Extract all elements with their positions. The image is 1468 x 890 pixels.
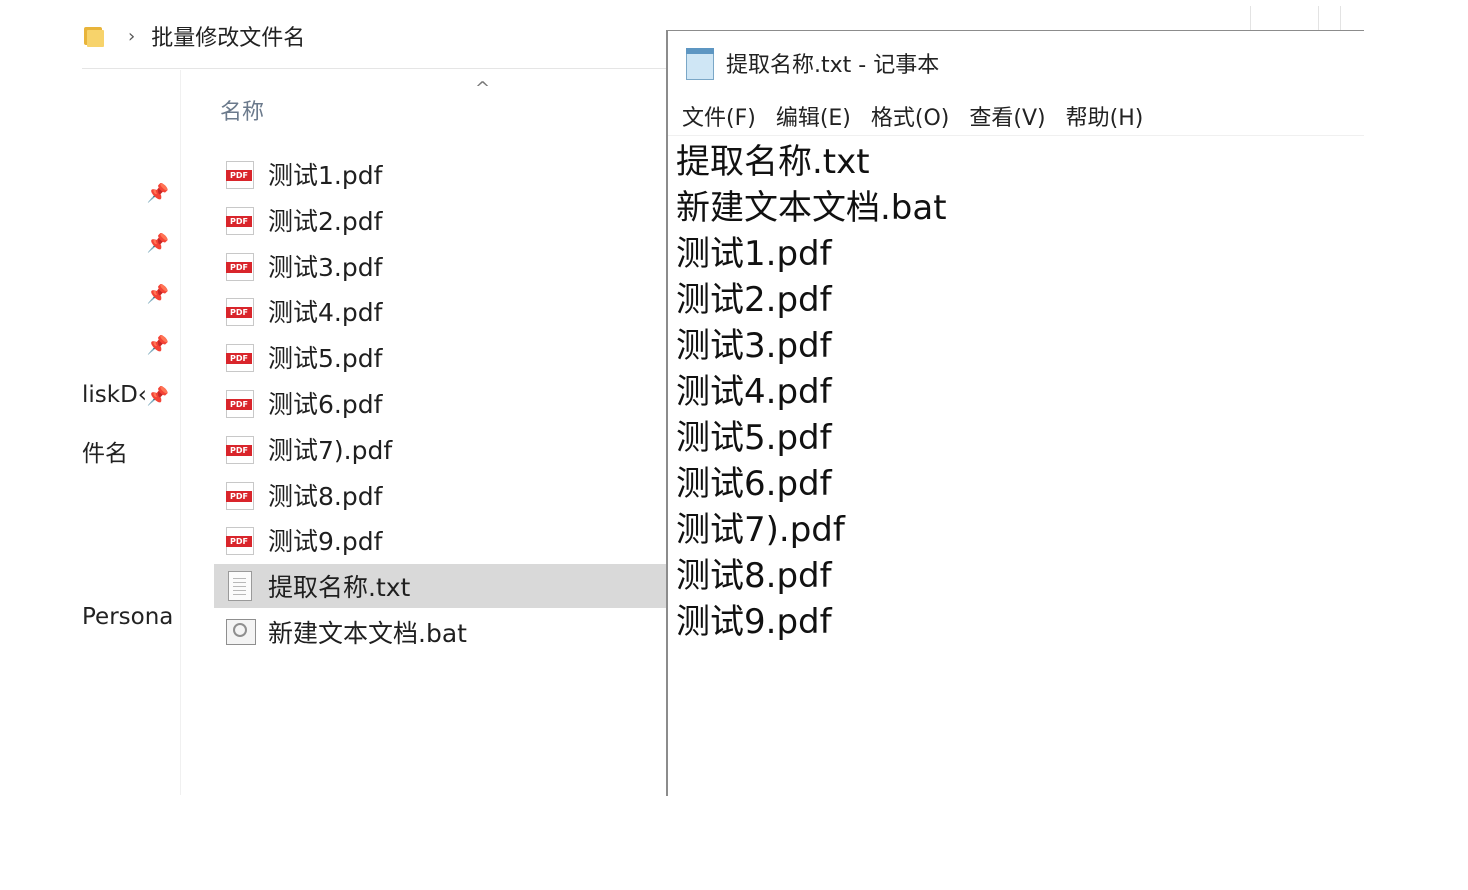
- pin-icon[interactable]: 📌: [146, 232, 170, 256]
- text-line: 测试1.pdf: [676, 234, 832, 274]
- navigation-pane: 📌 📌 📌 📌 📌 liskD‹ 件名 Persona: [82, 70, 181, 795]
- menu-help[interactable]: 帮助(H): [1066, 100, 1144, 132]
- text-line: 测试3.pdf: [676, 326, 832, 366]
- file-list-item[interactable]: 提取名称.txt: [214, 564, 668, 608]
- file-explorer-window: › 批量修改文件名 📌 📌 📌 📌 📌 liskD‹ 件名 Persona ^ …: [82, 0, 668, 795]
- breadcrumb-current-folder[interactable]: 批量修改文件名: [151, 20, 305, 52]
- text-line: 提取名称.txt: [676, 142, 870, 182]
- file-list-item[interactable]: PDF 测试3.pdf: [214, 244, 668, 288]
- divider: [82, 68, 668, 69]
- text-line: 新建文本文档.bat: [676, 188, 947, 228]
- pin-icon[interactable]: 📌: [146, 283, 170, 307]
- file-name: 测试3.pdf: [268, 253, 383, 282]
- background-window-edge: [1250, 6, 1251, 30]
- file-list-item[interactable]: PDF 测试7).pdf: [214, 427, 668, 471]
- pdf-icon: PDF: [226, 480, 254, 510]
- text-line: 测试9.pdf: [676, 602, 832, 642]
- nav-item-label[interactable]: liskD‹: [82, 382, 147, 408]
- file-name: 测试4.pdf: [268, 298, 383, 327]
- pdf-icon: PDF: [226, 434, 254, 464]
- pdf-icon: PDF: [226, 296, 254, 326]
- pin-icon[interactable]: 📌: [146, 334, 170, 358]
- menu-bar: 文件(F) 编辑(E) 格式(O) 查看(V) 帮助(H): [668, 97, 1364, 136]
- bat-file-icon: [226, 617, 256, 647]
- menu-edit[interactable]: 编辑(E): [776, 100, 851, 132]
- file-list-item[interactable]: PDF 测试6.pdf: [214, 381, 668, 425]
- address-bar[interactable]: › 批量修改文件名: [82, 14, 668, 58]
- pdf-icon: PDF: [226, 159, 254, 189]
- file-list-item[interactable]: PDF 测试9.pdf: [214, 518, 668, 562]
- pdf-icon: PDF: [226, 388, 254, 418]
- sort-ascending-icon[interactable]: ^: [475, 78, 490, 99]
- file-list-item[interactable]: PDF 测试2.pdf: [214, 198, 668, 242]
- folder-icon: [84, 25, 104, 47]
- text-line: 测试5.pdf: [676, 418, 832, 458]
- nav-item-label[interactable]: Persona: [82, 604, 173, 630]
- file-list-item[interactable]: PDF 测试8.pdf: [214, 473, 668, 517]
- window-title: 提取名称.txt - 记事本: [726, 53, 940, 78]
- text-line: 测试6.pdf: [676, 464, 832, 504]
- pdf-icon: PDF: [226, 205, 254, 235]
- pin-icon[interactable]: 📌: [146, 182, 170, 206]
- background-window-edge: [1318, 6, 1319, 30]
- background-window-edge: [1340, 6, 1341, 30]
- file-name: 测试6.pdf: [268, 390, 383, 419]
- file-list-item[interactable]: 新建文本文档.bat: [214, 610, 668, 654]
- text-line: 测试7).pdf: [676, 510, 845, 550]
- nav-item-label[interactable]: 件名: [82, 434, 128, 468]
- file-list-item[interactable]: PDF 测试5.pdf: [214, 335, 668, 379]
- pdf-icon: PDF: [226, 251, 254, 281]
- file-name: 提取名称.txt: [268, 573, 411, 602]
- notepad-window: 提取名称.txt - 记事本 文件(F) 编辑(E) 格式(O) 查看(V) 帮…: [666, 30, 1364, 796]
- file-name: 测试8.pdf: [268, 482, 383, 511]
- menu-format[interactable]: 格式(O): [871, 100, 949, 132]
- pin-icon[interactable]: 📌: [146, 385, 170, 409]
- pdf-icon: PDF: [226, 525, 254, 555]
- breadcrumb-chevron-icon[interactable]: ›: [128, 26, 135, 47]
- menu-file[interactable]: 文件(F): [682, 100, 756, 132]
- file-name: 新建文本文档.bat: [268, 619, 467, 648]
- file-name: 测试1.pdf: [268, 161, 383, 190]
- title-bar[interactable]: 提取名称.txt - 记事本: [668, 31, 1364, 95]
- file-name: 测试7).pdf: [268, 436, 393, 465]
- notepad-icon: [686, 48, 714, 80]
- file-list-item[interactable]: PDF 测试1.pdf: [214, 152, 668, 196]
- file-list-item[interactable]: PDF 测试4.pdf: [214, 289, 668, 333]
- menu-view[interactable]: 查看(V): [969, 100, 1045, 132]
- text-line: 测试2.pdf: [676, 280, 832, 320]
- text-line: 测试4.pdf: [676, 372, 832, 412]
- file-name: 测试9.pdf: [268, 527, 383, 556]
- text-editor-area[interactable]: 提取名称.txt 新建文本文档.bat 测试1.pdf 测试2.pdf 测试3.…: [676, 139, 1356, 645]
- file-name: 测试2.pdf: [268, 207, 383, 236]
- pdf-icon: PDF: [226, 342, 254, 372]
- file-name: 测试5.pdf: [268, 344, 383, 373]
- text-line: 测试8.pdf: [676, 556, 832, 596]
- column-header-name[interactable]: 名称: [220, 94, 264, 126]
- txt-file-icon: [226, 571, 254, 601]
